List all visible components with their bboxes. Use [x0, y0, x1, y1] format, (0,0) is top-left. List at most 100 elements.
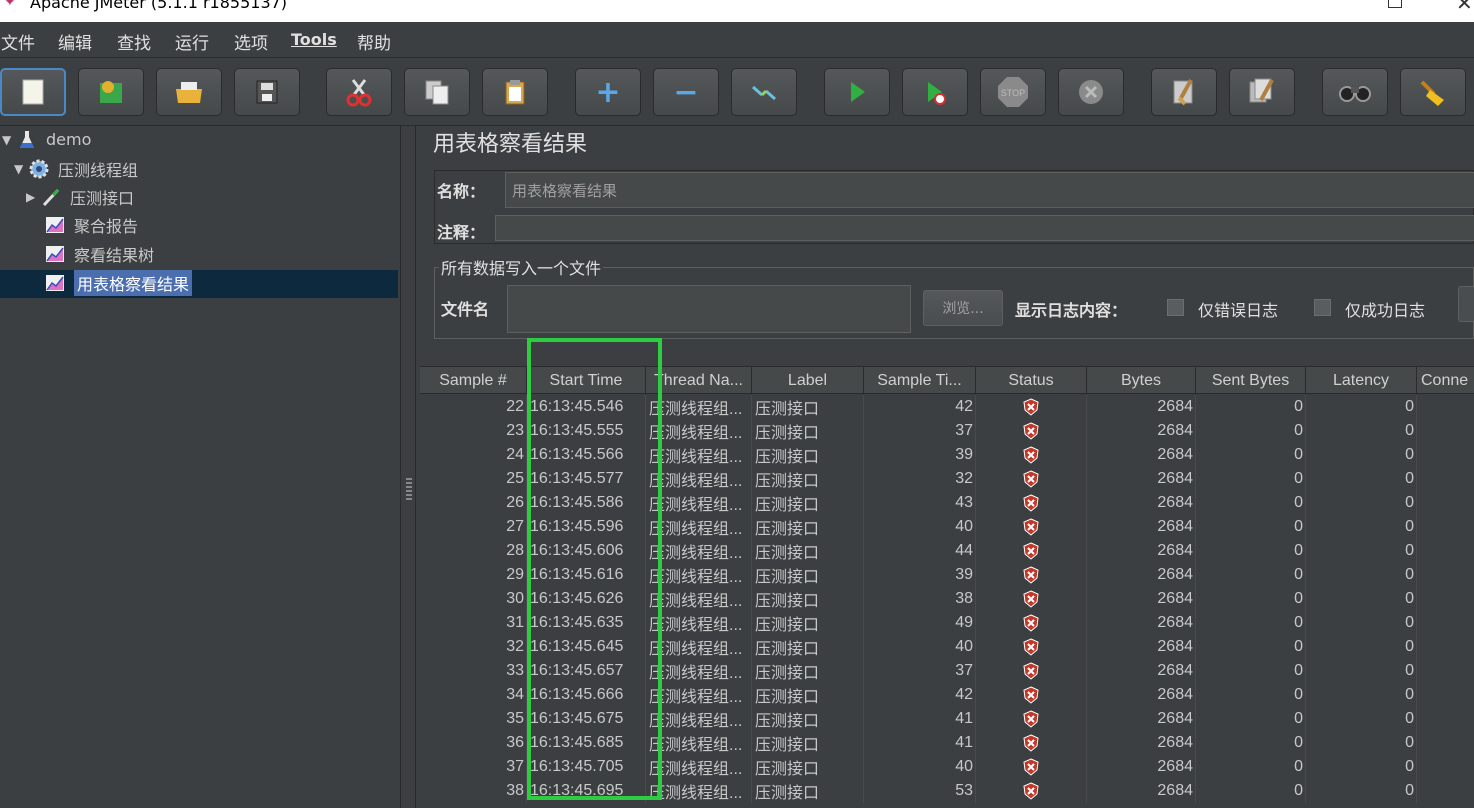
cell-connect [1417, 659, 1474, 683]
column-header-sample[interactable]: Sample # [420, 367, 527, 394]
table-row[interactable]: 38 16:13:45.695 压测线程组... 压测接口 53 2684 0 0 [420, 779, 1474, 803]
window-title: Apache JMeter (5.1.1 r1855137) [30, 0, 288, 12]
splitter-grip-icon[interactable] [406, 478, 412, 500]
table-row[interactable]: 35 16:13:45.675 压测线程组... 压测接口 41 2684 0 0 [420, 707, 1474, 731]
stop-button[interactable]: STOP [980, 68, 1046, 116]
expanded-arrow-icon[interactable]: ▼ [14, 162, 28, 176]
tree-item-thread-group[interactable]: ▼ 压测线程组 [14, 155, 138, 182]
table-row[interactable]: 29 16:13:45.616 压测线程组... 压测接口 39 2684 0 0 [420, 563, 1474, 587]
clear-button[interactable] [1151, 68, 1217, 116]
maximize-icon[interactable] [1388, 0, 1402, 8]
column-header-bytes[interactable]: Bytes [1087, 367, 1196, 394]
column-header-connect[interactable]: Conne [1417, 367, 1474, 394]
menu-edit[interactable]: 编辑 [58, 29, 92, 54]
cut-button[interactable] [326, 68, 392, 116]
table-row[interactable]: 34 16:13:45.666 压测线程组... 压测接口 42 2684 0 0 [420, 683, 1474, 707]
cell-sent-bytes: 0 [1196, 515, 1306, 539]
cell-sample: 24 [420, 443, 527, 467]
expanded-arrow-icon[interactable]: ▼ [2, 133, 16, 147]
split-pane-divider[interactable] [400, 126, 416, 808]
table-row[interactable]: 22 16:13:45.546 压测线程组... 压测接口 42 2684 0 0 [420, 395, 1474, 419]
search-button[interactable] [1322, 68, 1388, 116]
column-header-label[interactable]: Label [752, 367, 864, 394]
menu-file[interactable]: 文件 [1, 29, 35, 54]
name-field[interactable]: 用表格察看结果 [505, 172, 1474, 208]
templates-button[interactable] [78, 68, 144, 116]
table-row[interactable]: 30 16:13:45.626 压测线程组... 压测接口 38 2684 0 0 [420, 587, 1474, 611]
tree-item-demo[interactable]: ▼ demo [2, 126, 91, 153]
cell-sample: 22 [420, 395, 527, 419]
cell-sent-bytes: 0 [1196, 467, 1306, 491]
tree-item-sampler[interactable]: ▶ 压测接口 [26, 183, 134, 210]
configure-button[interactable] [1458, 286, 1474, 322]
menu-help[interactable]: 帮助 [357, 29, 391, 54]
cell-start-time: 16:13:45.546 [527, 395, 646, 419]
cell-start-time: 16:13:45.645 [527, 635, 646, 659]
cell-label: 压测接口 [752, 683, 864, 707]
cell-status [976, 443, 1087, 467]
menu-run[interactable]: 运行 [175, 29, 209, 54]
menu-options[interactable]: 选项 [234, 29, 268, 54]
table-row[interactable]: 24 16:13:45.566 压测线程组... 压测接口 39 2684 0 0 [420, 443, 1474, 467]
collapse-all-button[interactable]: − [653, 68, 719, 116]
clear-all-button[interactable] [1229, 68, 1295, 116]
cell-sent-bytes: 0 [1196, 779, 1306, 803]
errors-only-checkbox[interactable] [1167, 299, 1184, 316]
filename-input[interactable] [507, 285, 911, 333]
cell-start-time: 16:13:45.596 [527, 515, 646, 539]
tree-item-aggregate-report[interactable]: 聚合报告 [44, 211, 138, 238]
toolbar: + − STOP [0, 58, 1474, 126]
expand-icon: + [595, 74, 621, 110]
column-header-sample-time[interactable]: Sample Ti... [864, 367, 976, 394]
cell-start-time: 16:13:45.616 [527, 563, 646, 587]
table-row[interactable]: 28 16:13:45.606 压测线程组... 压测接口 44 2684 0 0 [420, 539, 1474, 563]
cell-start-time: 16:13:45.577 [527, 467, 646, 491]
cell-connect [1417, 443, 1474, 467]
reset-search-button[interactable] [1400, 68, 1466, 116]
column-header-latency[interactable]: Latency [1306, 367, 1417, 394]
new-button[interactable] [0, 68, 66, 116]
comment-label: 注释： [437, 223, 486, 242]
table-row[interactable]: 25 16:13:45.577 压测线程组... 压测接口 32 2684 0 0 [420, 467, 1474, 491]
tree-item-table-results[interactable]: 用表格察看结果 [44, 269, 193, 296]
expand-all-button[interactable]: + [575, 68, 641, 116]
table-row[interactable]: 23 16:13:45.555 压测线程组... 压测接口 37 2684 0 0 [420, 419, 1474, 443]
table-row[interactable]: 31 16:13:45.635 压测线程组... 压测接口 49 2684 0 0 [420, 611, 1474, 635]
toggle-button[interactable] [731, 68, 797, 116]
copy-button[interactable] [404, 68, 470, 116]
menu-search[interactable]: 查找 [117, 29, 151, 54]
shutdown-button[interactable] [1058, 68, 1124, 116]
cell-status [976, 563, 1087, 587]
save-button[interactable] [234, 68, 300, 116]
error-shield-icon [1023, 710, 1039, 728]
toggle-icon [752, 85, 776, 101]
column-header-status[interactable]: Status [976, 367, 1087, 394]
cell-sample-time: 49 [864, 611, 976, 635]
close-icon[interactable]: ✕ [1456, 0, 1473, 15]
table-row[interactable]: 27 16:13:45.596 压测线程组... 压测接口 40 2684 0 0 [420, 515, 1474, 539]
cell-bytes: 2684 [1087, 419, 1196, 443]
cell-sent-bytes: 0 [1196, 395, 1306, 419]
menu-tools[interactable]: Tools [291, 30, 337, 49]
comment-field[interactable] [495, 215, 1474, 241]
table-row[interactable]: 36 16:13:45.685 压测线程组... 压测接口 41 2684 0 0 [420, 731, 1474, 755]
cell-sample: 27 [420, 515, 527, 539]
start-button[interactable] [824, 68, 890, 116]
column-header-start-time[interactable]: Start Time [527, 367, 646, 394]
table-row[interactable]: 37 16:13:45.705 压测线程组... 压测接口 40 2684 0 0 [420, 755, 1474, 779]
success-only-checkbox[interactable] [1314, 299, 1331, 316]
paste-button[interactable] [482, 68, 548, 116]
tree-item-results-tree[interactable]: 察看结果树 [44, 240, 154, 267]
cell-start-time: 16:13:45.666 [527, 683, 646, 707]
cell-sample: 29 [420, 563, 527, 587]
collapsed-arrow-icon[interactable]: ▶ [26, 190, 40, 204]
browse-button[interactable]: 浏览... [923, 290, 1003, 326]
start-no-pause-button[interactable] [902, 68, 968, 116]
table-row[interactable]: 26 16:13:45.586 压测线程组... 压测接口 43 2684 0 0 [420, 491, 1474, 515]
column-header-thread-name[interactable]: Thread Na... [646, 367, 752, 394]
table-row[interactable]: 32 16:13:45.645 压测线程组... 压测接口 40 2684 0 0 [420, 635, 1474, 659]
column-header-sent-bytes[interactable]: Sent Bytes [1196, 367, 1306, 394]
cell-latency: 0 [1306, 755, 1417, 779]
open-button[interactable] [156, 68, 222, 116]
table-row[interactable]: 33 16:13:45.657 压测线程组... 压测接口 37 2684 0 0 [420, 659, 1474, 683]
